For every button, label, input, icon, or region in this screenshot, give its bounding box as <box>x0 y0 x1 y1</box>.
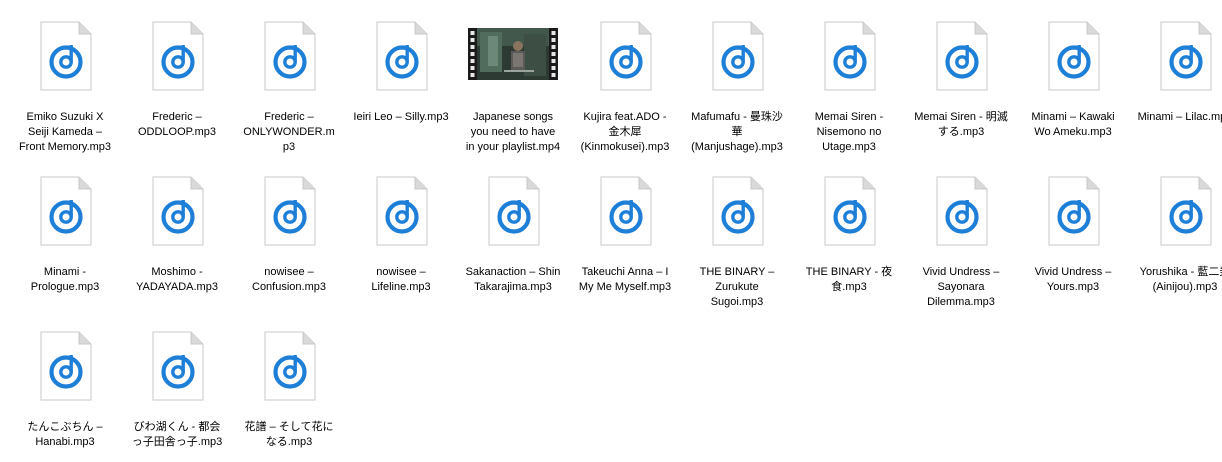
groove-music-file-icon <box>1048 176 1100 246</box>
audio-file-item[interactable]: Emiko Suzuki X Seiji Kameda – Front Memo… <box>17 20 113 155</box>
audio-file-item[interactable]: Memai Siren - 明滅する.mp3 <box>913 20 1009 140</box>
audio-file-item[interactable]: Sakanaction – Shin Takarajima.mp3 <box>465 175 561 295</box>
file-name-label: THE BINARY – Zurukute Sugoi.mp3 <box>699 266 775 308</box>
audio-file-item[interactable]: Minami – Lilac.mp3 <box>1137 20 1222 125</box>
audio-file-item[interactable]: Moshimo - YADAYADA.mp3 <box>129 175 225 295</box>
audio-file-item[interactable]: たんこぶちん – Hanabi.mp3 <box>17 330 113 450</box>
file-name-label: Mafumafu - 曼珠沙華 (Manjushage).mp3 <box>691 111 783 153</box>
audio-file-item[interactable]: Vivid Undress – Sayonara Dilemma.mp3 <box>913 175 1009 310</box>
groove-music-file-icon <box>152 176 204 246</box>
groove-music-file-icon <box>600 176 652 246</box>
file-name-label: Moshimo - YADAYADA.mp3 <box>136 266 218 293</box>
groove-music-file-icon <box>712 176 764 246</box>
file-name-label: Yorushika - 藍二乗 (Ainijou).mp3 <box>1139 266 1222 293</box>
audio-file-item[interactable]: Frederic – ODDLOOP.mp3 <box>129 20 225 140</box>
audio-file-item[interactable]: Frederic – ONLYWONDER.mp3 <box>241 20 337 155</box>
audio-file-item[interactable]: Yorushika - 藍二乗 (Ainijou).mp3 <box>1137 175 1222 295</box>
audio-file-item[interactable]: THE BINARY - 夜食.mp3 <box>801 175 897 295</box>
video-file-item[interactable]: Japanese songs you need to have in your … <box>465 20 561 155</box>
file-name-label: Frederic – ONLYWONDER.mp3 <box>243 111 335 153</box>
groove-music-file-icon <box>600 21 652 91</box>
file-grid: Emiko Suzuki X Seiji Kameda – Front Memo… <box>0 0 1222 462</box>
audio-file-item[interactable]: Memai Siren - Nisemono no Utage.mp3 <box>801 20 897 155</box>
groove-music-file-icon <box>712 21 764 91</box>
file-name-label: Kujira feat.ADO - 金木犀 (Kinmokusei).mp3 <box>580 111 670 153</box>
file-name-label: Memai Siren - 明滅する.mp3 <box>914 111 1008 138</box>
groove-music-file-icon <box>936 176 988 246</box>
groove-music-file-icon <box>1048 21 1100 91</box>
file-name-label: びわ湖くん - 都会っ子田舎っ子.mp3 <box>131 421 223 448</box>
audio-file-item[interactable]: nowisee – Confusion.mp3 <box>241 175 337 295</box>
groove-music-file-icon <box>152 331 204 401</box>
file-name-label: Ieiri Leo – Silly.mp3 <box>353 111 449 123</box>
groove-music-file-icon <box>264 331 316 401</box>
audio-file-item[interactable]: Takeuchi Anna – I My Me Myself.mp3 <box>577 175 673 295</box>
groove-music-file-icon <box>40 21 92 91</box>
audio-file-item[interactable]: Minami - Prologue.mp3 <box>17 175 113 295</box>
file-name-label: Emiko Suzuki X Seiji Kameda – Front Memo… <box>18 111 112 153</box>
file-name-label: Frederic – ODDLOOP.mp3 <box>137 111 217 138</box>
file-name-label: Vivid Undress – Sayonara Dilemma.mp3 <box>922 266 1000 308</box>
groove-music-file-icon <box>264 21 316 91</box>
file-name-label: Japanese songs you need to have in your … <box>465 111 561 153</box>
file-name-label: 花譜 – そして花になる.mp3 <box>244 421 334 448</box>
groove-music-file-icon <box>40 331 92 401</box>
groove-music-file-icon <box>1160 176 1212 246</box>
file-name-label: Vivid Undress – Yours.mp3 <box>1034 266 1112 293</box>
file-name-label: THE BINARY - 夜食.mp3 <box>805 266 893 293</box>
audio-file-item[interactable]: Mafumafu - 曼珠沙華 (Manjushage).mp3 <box>689 20 785 155</box>
file-name-label: Minami – Lilac.mp3 <box>1137 111 1222 123</box>
audio-file-item[interactable]: Vivid Undress – Yours.mp3 <box>1025 175 1121 295</box>
groove-music-file-icon <box>488 176 540 246</box>
video-thumbnail-icon <box>468 28 558 80</box>
groove-music-file-icon <box>824 21 876 91</box>
groove-music-file-icon <box>376 21 428 91</box>
groove-music-file-icon <box>1160 21 1212 91</box>
audio-file-item[interactable]: Kujira feat.ADO - 金木犀 (Kinmokusei).mp3 <box>577 20 673 155</box>
groove-music-file-icon <box>824 176 876 246</box>
audio-file-item[interactable]: Ieiri Leo – Silly.mp3 <box>353 20 449 125</box>
groove-music-file-icon <box>40 176 92 246</box>
file-name-label: nowisee – Confusion.mp3 <box>252 266 326 293</box>
file-name-label: Takeuchi Anna – I My Me Myself.mp3 <box>578 266 672 293</box>
file-name-label: Minami - Prologue.mp3 <box>30 266 100 293</box>
audio-file-item[interactable]: THE BINARY – Zurukute Sugoi.mp3 <box>689 175 785 310</box>
groove-music-file-icon <box>376 176 428 246</box>
groove-music-file-icon <box>152 21 204 91</box>
audio-file-item[interactable]: 花譜 – そして花になる.mp3 <box>241 330 337 450</box>
file-name-label: Memai Siren - Nisemono no Utage.mp3 <box>814 111 884 153</box>
file-name-label: Minami – Kawaki Wo Ameku.mp3 <box>1031 111 1115 138</box>
audio-file-item[interactable]: Minami – Kawaki Wo Ameku.mp3 <box>1025 20 1121 140</box>
groove-music-file-icon <box>936 21 988 91</box>
groove-music-file-icon <box>264 176 316 246</box>
file-name-label: たんこぶちん – Hanabi.mp3 <box>27 421 103 448</box>
audio-file-item[interactable]: びわ湖くん - 都会っ子田舎っ子.mp3 <box>129 330 225 450</box>
file-name-label: nowisee – Lifeline.mp3 <box>371 266 431 293</box>
file-name-label: Sakanaction – Shin Takarajima.mp3 <box>465 266 561 293</box>
audio-file-item[interactable]: nowisee – Lifeline.mp3 <box>353 175 449 295</box>
